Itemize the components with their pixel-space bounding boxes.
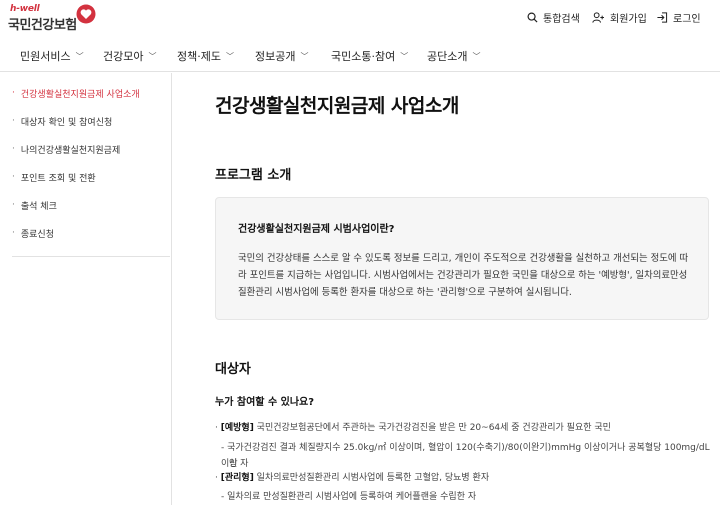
site-logo[interactable]: h-well 국민건강보험 [8, 4, 98, 33]
nav-item-about[interactable]: 공단소개 ﹀ [427, 48, 480, 64]
heart-icon [76, 4, 96, 24]
prevention-text: 국민건강보험공단에서 주관하는 국가건강검진을 받은 만 20~64세 중 건강… [253, 423, 611, 433]
program-info-box: 건강생활실천지원금제 시범사업이란? 국민의 건강상태를 스스로 알 수 있도록… [215, 197, 709, 320]
sidebar-item-label: 건강생활실천지원금제 사업소개 [20, 89, 140, 100]
sidebar-item-label: 종료신청 [20, 229, 54, 240]
bullet-dot: · [12, 172, 15, 182]
bullet-dot: · [12, 228, 15, 238]
management-criteria-line1: - 일차의료 만성질환관리 시범사업에 등록하여 케어플랜을 수립한 자 [221, 492, 477, 502]
nav-item-label: 공단소개 [427, 50, 468, 63]
sidebar-item-label: 출석 체크 [20, 201, 57, 212]
management-tag: [관리형] [220, 473, 254, 483]
user-add-icon [592, 12, 604, 23]
search-link-label: 통합검색 [543, 14, 580, 25]
nav-item-communication[interactable]: 국민소통·참여 ﹀ [331, 48, 408, 64]
chevron-down-icon: ﹀ [225, 51, 234, 61]
info-box-title: 건강생활실천지원금제 시범사업이란? [238, 224, 395, 235]
prevention-tag: [예방형] [220, 423, 254, 433]
chevron-down-icon: ﹀ [472, 51, 481, 61]
management-text: 일차의료만성질환관리 시범사업에 등록한 고혈압, 당뇨병 환자 [253, 473, 490, 483]
logo-text: 국민건강보험 [8, 18, 77, 33]
login-link[interactable]: 로그인 [656, 10, 701, 25]
bullet-dot: · [12, 144, 15, 154]
sidebar-item-my-program[interactable]: · 나의건강생활실천지원금제 [12, 135, 170, 163]
nav-item-label: 민원서비스 [20, 50, 71, 63]
sidebar-item-program-intro[interactable]: · 건강생활실천지원금제 사업소개 [12, 79, 170, 107]
chevron-down-icon: ﹀ [75, 51, 84, 61]
list-item-prevention: · [예방형] 국민건강보험공단에서 주관하는 국가건강검진을 받은 만 20~… [215, 420, 611, 436]
nav-item-label: 정책·제도 [177, 50, 221, 63]
question-title: 누가 참여할 수 있나요? [215, 397, 315, 408]
section-title-program: 프로그램 소개 [215, 168, 292, 183]
sidebar-item-label: 나의건강생활실천지원금제 [20, 145, 121, 156]
info-box-text: 국민의 건강상태를 스스로 알 수 있도록 정보를 드리고, 개인이 주도적으로… [238, 253, 689, 298]
bullet-dot: · [12, 200, 15, 210]
nav-item-health-moa[interactable]: 건강모아 ﹀ [103, 48, 156, 64]
sidebar-item-label: 포인트 조회 및 전환 [20, 173, 96, 184]
search-link[interactable]: 통합검색 [527, 10, 580, 25]
chevron-down-icon: ﹀ [400, 51, 409, 61]
sidebar-item-label: 대상자 확인 및 참여신청 [20, 117, 113, 128]
nav-item-label: 건강모아 [103, 50, 144, 63]
site-header: h-well 국민건강보험 통합검색 회원가입 로그인 [0, 0, 720, 36]
nav-item-info-disclosure[interactable]: 정보공개 ﹀ [255, 48, 308, 64]
sidebar: · 건강생활실천지원금제 사업소개 · 대상자 확인 및 참여신청 · 나의건강생활실… [0, 73, 172, 505]
list-item-management: · [관리형] 일차의료만성질환관리 시범사업에 등록한 고혈압, 당뇨병 환자 [215, 470, 489, 486]
chevron-down-icon: ﹀ [148, 51, 157, 61]
sidebar-item-attendance[interactable]: · 출석 체크 [12, 191, 170, 219]
prevention-criteria-line1: - 국가건강검진 결과 체질량지수 25.0kg/㎡ 이상이며, 혈압이 120… [221, 443, 710, 469]
sidebar-item-termination[interactable]: · 종료신청 [12, 219, 170, 247]
nav-item-civil-service[interactable]: 민원서비스 ﹀ [20, 48, 84, 64]
logo-tagline: h-well [10, 4, 40, 14]
sidebar-menu: · 건강생활실천지원금제 사업소개 · 대상자 확인 및 참여신청 · 나의건강생활실… [12, 79, 170, 257]
page-title: 건강생활실천지원금제 사업소개 [215, 95, 459, 117]
bullet-dot: · [12, 88, 15, 98]
join-link[interactable]: 회원가입 [592, 10, 647, 25]
login-icon [657, 12, 668, 23]
bullet-dot: · [12, 116, 15, 126]
main-nav: 민원서비스 ﹀ 건강모아 ﹀ 정책·제도 ﹀ 정보공개 ﹀ 국민소통·참여 ﹀ 공단소개 ﹀ [0, 36, 720, 72]
sidebar-item-points[interactable]: · 포인트 조회 및 전환 [12, 163, 170, 191]
login-link-label: 로그인 [673, 14, 701, 25]
nav-item-label: 정보공개 [255, 50, 296, 63]
nav-item-label: 국민소통·참여 [331, 50, 396, 63]
sidebar-item-eligibility[interactable]: · 대상자 확인 및 참여신청 [12, 107, 170, 135]
chevron-down-icon: ﹀ [300, 51, 309, 61]
nav-item-policy[interactable]: 정책·제도 ﹀ [177, 48, 234, 64]
search-icon [527, 12, 538, 23]
join-link-label: 회원가입 [610, 14, 647, 25]
section-title-target: 대상자 [215, 362, 251, 377]
